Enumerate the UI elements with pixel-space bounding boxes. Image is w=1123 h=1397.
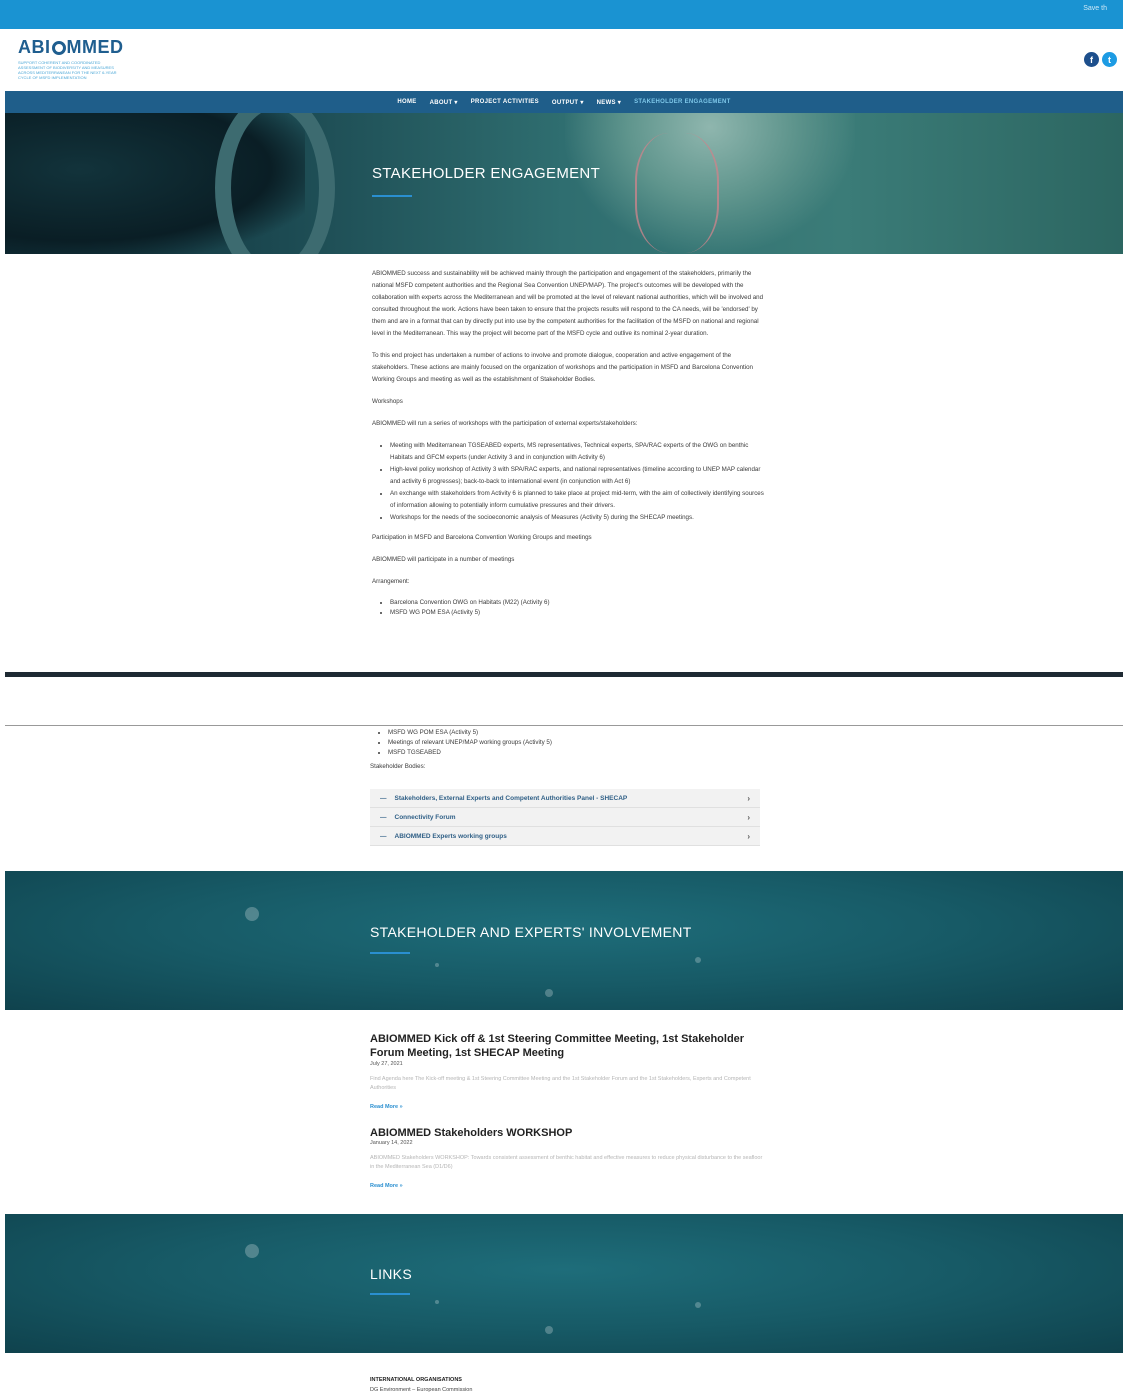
dash-icon: — [380, 832, 387, 840]
post-excerpt: Find Agenda here The Kick-off meeting & … [370, 1076, 751, 1091]
main-content-continued: MSFD WG POM ESA (Activity 5) Meetings of… [370, 728, 766, 772]
read-more-link[interactable]: Read More » [370, 1183, 403, 1189]
participation-intro: ABIOMMED will participate in a number of… [372, 556, 515, 563]
logo-tagline: SUPPORT COHERENT AND COORDINATED ASSESSM… [18, 60, 117, 80]
title-underline [370, 952, 410, 954]
nav-output[interactable]: OUTPUT ▾ [552, 99, 584, 106]
meetings-list: Barcelona Convention OWG on Habitats (M2… [372, 598, 768, 618]
save-link[interactable]: Save th [1083, 5, 1107, 12]
logo-globe-icon [51, 40, 66, 55]
hero-ring-decoration [215, 113, 335, 254]
stakeholder-bodies-heading: Stakeholder Bodies: [370, 763, 426, 770]
list-item: An exchange with stakeholders from Activ… [390, 488, 768, 512]
read-more-link[interactable]: Read More » [370, 1104, 403, 1110]
dash-icon: — [380, 813, 387, 821]
actions-paragraph: To this end project has undertaken a num… [372, 352, 753, 383]
twitter-icon[interactable]: t [1102, 52, 1117, 67]
list-item: MSFD WG POM ESA (Activity 5) [390, 608, 768, 618]
accordion-item-experts-working-groups[interactable]: — ABIOMMED Experts working groups › [370, 827, 760, 846]
chevron-right-icon: › [747, 812, 750, 822]
link-item[interactable]: DG Environment – European Commission [370, 1387, 472, 1393]
section-divider [5, 725, 1123, 726]
site-header: ABI MMED SUPPORT COHERENT AND COORDINATED… [0, 29, 1123, 91]
social-links: f t [1084, 52, 1117, 67]
dash-icon: — [380, 794, 387, 802]
hero-tentacles [635, 133, 719, 253]
list-item: High-level policy workshop of Activity 3… [390, 464, 768, 488]
site-logo[interactable]: ABI MMED SUPPORT COHERENT AND COORDINATED… [18, 37, 128, 80]
bubble-decoration [245, 1244, 259, 1258]
facebook-icon[interactable]: f [1084, 52, 1099, 67]
logo-text-a: ABI [18, 37, 51, 57]
list-item: Workshops for the needs of the socioecon… [390, 512, 768, 524]
accordion-label: ABIOMMED Experts working groups [394, 832, 507, 840]
links-title: LINKS [370, 1266, 412, 1282]
bubble-decoration [545, 1326, 553, 1334]
page-title: STAKEHOLDER ENGAGEMENT [372, 165, 601, 182]
workshops-heading: Workshops [372, 398, 403, 405]
chevron-right-icon: › [747, 793, 750, 803]
meetings-list-continued: MSFD WG POM ESA (Activity 5) Meetings of… [370, 728, 766, 758]
title-underline [372, 195, 412, 197]
main-nav: HOME ABOUT ▾ PROJECT ACTIVITIES OUTPUT ▾… [5, 91, 1123, 113]
bubble-decoration [545, 989, 553, 997]
nav-about[interactable]: ABOUT ▾ [430, 99, 458, 106]
post-title-link[interactable]: ABIOMMED Stakeholders WORKSHOP [370, 1126, 770, 1140]
nav-project-activities[interactable]: PROJECT ACTIVITIES [471, 99, 539, 105]
accordion-label: Stakeholders, External Experts and Compe… [394, 794, 628, 802]
links-category-heading: INTERNATIONAL ORGANISATIONS [370, 1377, 462, 1383]
post-title-link[interactable]: ABIOMMED Kick off & 1st Steering Committ… [370, 1032, 770, 1060]
stakeholder-bodies-accordion: — Stakeholders, External Experts and Com… [370, 789, 760, 846]
links-banner: LINKS [5, 1214, 1123, 1353]
chevron-right-icon: › [747, 831, 750, 841]
title-underline [370, 1293, 410, 1295]
workshops-list: Meeting with Mediterranean TGSEABED expe… [372, 440, 768, 524]
nav-home[interactable]: HOME [397, 99, 416, 105]
accordion-label: Connectivity Forum [394, 813, 456, 821]
logo-text-b: MMED [66, 37, 124, 57]
bubble-decoration [695, 1302, 701, 1308]
hero-banner: STAKEHOLDER ENGAGEMENT [5, 113, 1123, 254]
list-item: Meetings of relevant UNEP/MAP working gr… [388, 738, 766, 748]
logo-wordmark: ABI MMED [18, 37, 128, 58]
post-excerpt: ABIOMMED Stakeholders WORKSHOP: Towards … [370, 1155, 763, 1170]
accordion-item-shecap[interactable]: — Stakeholders, External Experts and Com… [370, 789, 760, 808]
accordion-item-connectivity-forum[interactable]: — Connectivity Forum › [370, 808, 760, 827]
bubble-decoration [695, 957, 701, 963]
bubble-decoration [435, 963, 439, 967]
participation-heading: Participation in MSFD and Barcelona Conv… [372, 534, 592, 541]
involvement-banner: STAKEHOLDER AND EXPERTS' INVOLVEMENT [5, 871, 1123, 1010]
top-bar: Save th [0, 0, 1123, 29]
nav-stakeholder-engagement[interactable]: STAKEHOLDER ENGAGEMENT [634, 99, 731, 105]
list-item: MSFD WG POM ESA (Activity 5) [388, 728, 766, 738]
screenshot-seam [5, 672, 1123, 677]
nav-news[interactable]: NEWS ▾ [597, 99, 621, 106]
list-item: Meeting with Mediterranean TGSEABED expe… [390, 440, 768, 464]
involvement-title: STAKEHOLDER AND EXPERTS' INVOLVEMENT [370, 924, 692, 940]
bubble-decoration [245, 907, 259, 921]
post-date: January 14, 2022 [370, 1140, 413, 1146]
arrangement-heading: Arrangement: [372, 578, 410, 585]
post-date: July 27, 2021 [370, 1061, 403, 1067]
list-item: MSFD TGSEABED [388, 748, 766, 758]
workshops-intro: ABIOMMED will run a series of workshops … [372, 420, 638, 427]
intro-paragraph: ABIOMMED success and sustainability will… [372, 270, 764, 337]
list-item: Barcelona Convention OWG on Habitats (M2… [390, 598, 768, 608]
bubble-decoration [435, 1300, 439, 1304]
main-content: ABIOMMED success and sustainability will… [372, 268, 768, 626]
